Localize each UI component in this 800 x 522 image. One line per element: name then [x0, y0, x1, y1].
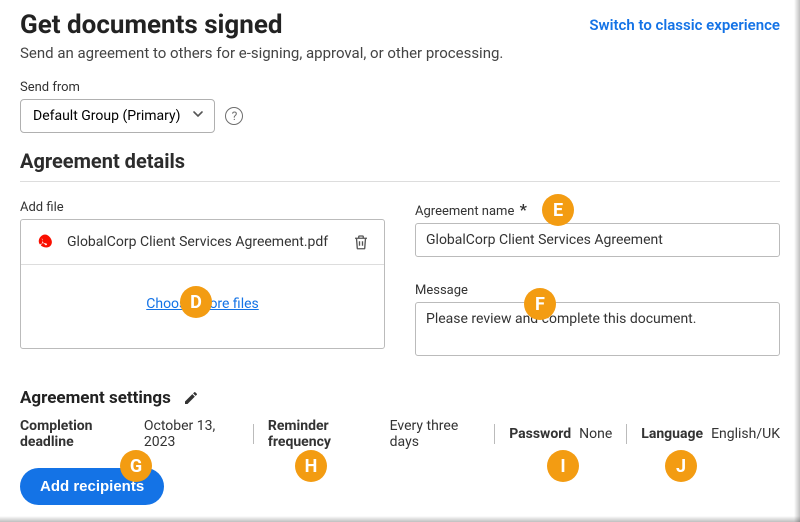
separator: [494, 424, 495, 444]
language-value: English/UK: [711, 426, 780, 442]
switch-classic-link[interactable]: Switch to classic experience: [589, 10, 780, 34]
file-row: GlobalCorp Client Services Agreement.pdf: [21, 220, 384, 265]
page-subtitle: Send an agreement to others for e-signin…: [20, 44, 503, 62]
separator: [626, 424, 627, 444]
language-label: Language: [641, 426, 703, 442]
send-from-select[interactable]: Default Group (Primary): [20, 99, 215, 133]
decorative-shadow: [0, 516, 800, 522]
chevron-down-icon: [192, 108, 204, 124]
message-textarea[interactable]: [415, 302, 780, 356]
agreement-name-input[interactable]: [415, 223, 780, 257]
file-name: GlobalCorp Client Services Agreement.pdf: [67, 234, 352, 250]
send-from-value: Default Group (Primary): [33, 108, 180, 124]
file-dropzone[interactable]: GlobalCorp Client Services Agreement.pdf…: [20, 219, 385, 349]
separator: [253, 424, 254, 444]
required-star-icon: *: [520, 200, 527, 219]
marker-h: H: [295, 450, 327, 482]
pencil-icon[interactable]: [183, 390, 199, 406]
password-value: None: [579, 426, 612, 442]
divider: [20, 181, 780, 182]
deadline-value: October 13, 2023: [144, 418, 239, 450]
reminder-label: Reminder frequency: [268, 418, 382, 450]
send-from-label: Send from: [20, 80, 780, 95]
help-icon[interactable]: ?: [225, 107, 243, 125]
agreement-details-heading: Agreement details: [20, 149, 780, 173]
deadline-label: Completion deadline: [20, 418, 136, 450]
trash-icon[interactable]: [352, 233, 370, 251]
agreement-settings-row: Completion deadline October 13, 2023 Rem…: [20, 418, 780, 450]
page-title: Get documents signed: [20, 10, 503, 40]
add-file-label: Add file: [20, 200, 385, 215]
pdf-icon: [35, 232, 55, 252]
marker-j: J: [665, 450, 697, 482]
message-label: Message: [415, 283, 780, 298]
choose-more-files-link[interactable]: Choose more files: [146, 296, 259, 312]
decorative-shadow: [794, 0, 800, 522]
marker-i: I: [547, 450, 579, 482]
agreement-name-label: Agreement name *: [415, 200, 780, 219]
agreement-settings-heading: Agreement settings: [20, 388, 171, 408]
reminder-value: Every three days: [390, 418, 481, 450]
password-label: Password: [509, 426, 571, 442]
add-recipients-button[interactable]: Add recipients: [20, 468, 164, 505]
